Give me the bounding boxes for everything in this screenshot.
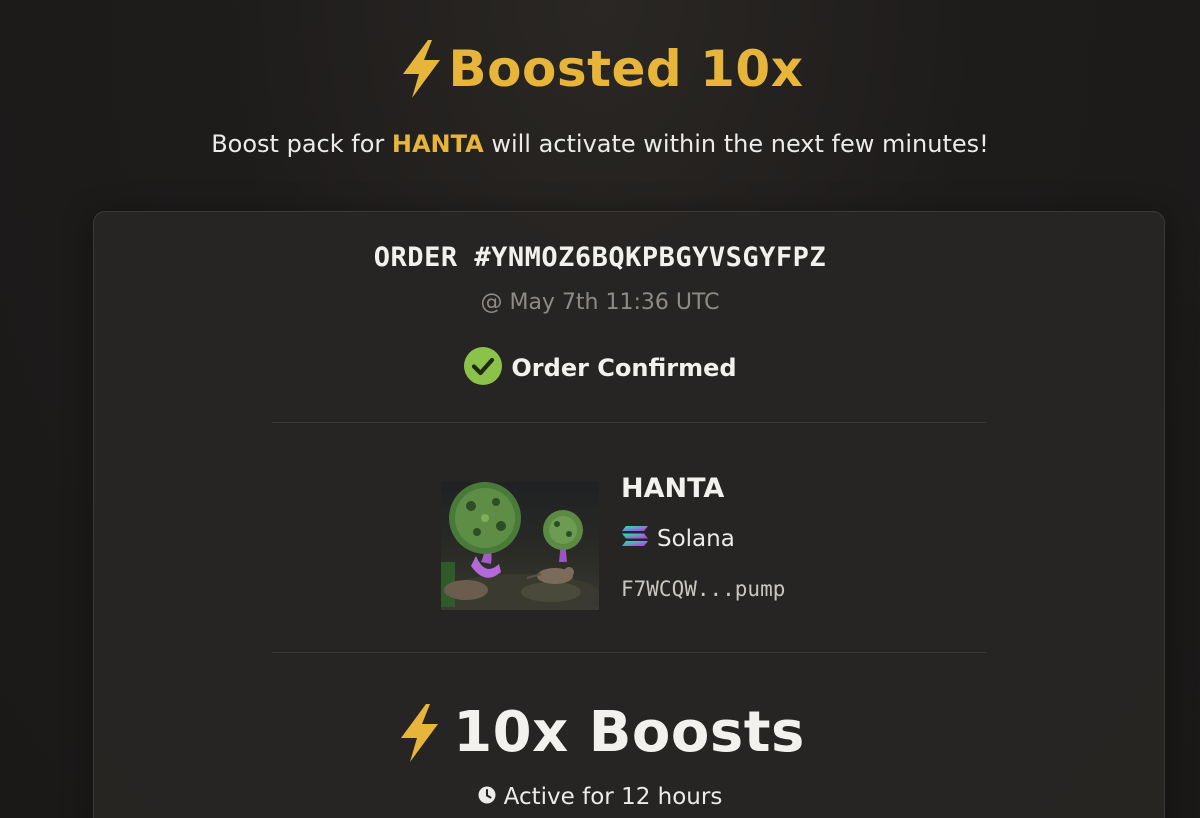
page-subtitle: Boost pack for HANTA will activate withi…	[0, 130, 1200, 158]
divider	[272, 652, 986, 653]
boost-duration: Active for 12 hours	[0, 784, 1200, 810]
subtitle-suffix: will activate within the next few minute…	[483, 130, 989, 158]
token-image	[441, 482, 599, 610]
title-text: Boosted 10x	[448, 40, 804, 98]
order-status: Order Confirmed	[0, 346, 1200, 390]
divider	[272, 422, 986, 423]
lightning-bolt-icon	[395, 702, 443, 764]
solana-logo-icon	[621, 525, 649, 553]
chain-info: Solana	[621, 525, 735, 553]
boosts-title: 10x Boosts	[453, 700, 805, 765]
token-address[interactable]: F7WCQW...pump	[621, 577, 785, 601]
order-id: ORDER #YNMOZ6BQKPBGYVSGYFPZ	[373, 242, 827, 273]
chain-name: Solana	[657, 526, 735, 552]
subtitle-token-name: HANTA	[391, 130, 484, 158]
lightning-bolt-icon	[397, 38, 445, 100]
boosts-summary: 10x Boosts	[0, 700, 1200, 765]
boost-confirmation-page: Boosted 10x Boost pack for HANTA will ac…	[0, 0, 1200, 818]
status-label: Order Confirmed	[511, 354, 737, 382]
duration-text: Active for 12 hours	[503, 784, 723, 810]
clock-icon	[478, 784, 496, 810]
subtitle-prefix: Boost pack for	[211, 130, 392, 158]
page-title: Boosted 10x	[0, 38, 1200, 100]
order-timestamp: @ May 7th 11:36 UTC	[480, 290, 720, 315]
token-name: HANTA	[621, 473, 725, 504]
check-circle-icon	[463, 346, 503, 390]
